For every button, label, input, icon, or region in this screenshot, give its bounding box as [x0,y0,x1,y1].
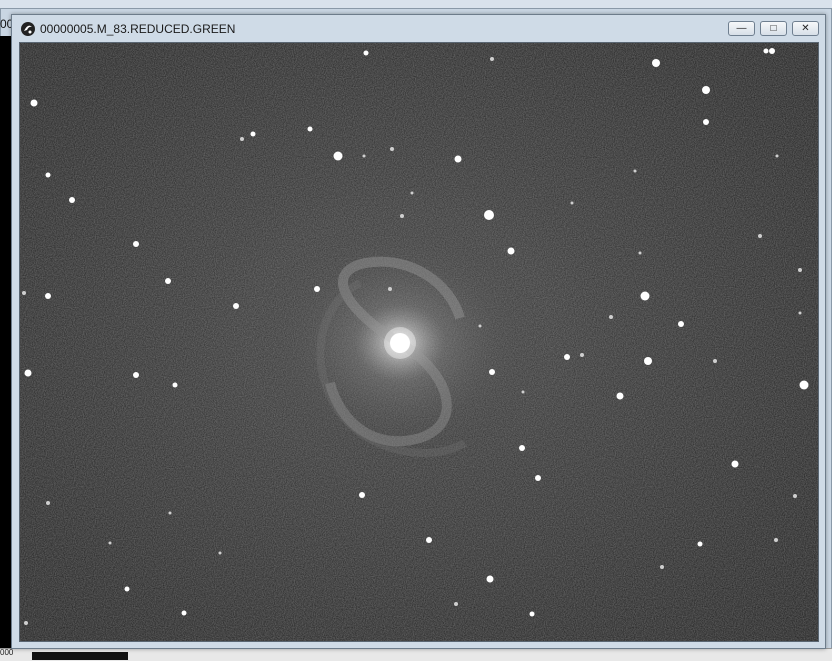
star [507,247,515,255]
window-title: 00000005.M_83.REDUCED.GREEN [40,21,236,36]
star [168,511,172,515]
star [426,537,432,543]
star [564,354,570,360]
star [250,131,256,137]
star [697,541,703,547]
window-controls: — □ ✕ [728,21,819,36]
star [124,586,130,592]
star [570,201,574,205]
star [731,460,739,468]
star [388,287,392,291]
minimize-button[interactable]: — [728,21,755,36]
star [633,169,637,173]
star [529,611,535,617]
star [45,172,51,178]
star [133,372,139,378]
star [486,575,494,583]
image-window[interactable]: 00000005.M_83.REDUCED.GREEN — □ ✕ [11,14,826,649]
star [484,210,494,220]
star [678,321,684,327]
app-logo-icon[interactable] [20,21,36,37]
star [454,155,462,163]
star [400,214,404,218]
star [410,191,414,195]
star [640,291,650,301]
star [478,324,482,328]
star [798,311,802,315]
star [314,286,320,292]
close-button[interactable]: ✕ [792,21,819,36]
star [363,50,369,56]
star [616,392,624,400]
star [172,382,178,388]
star [775,154,779,158]
star [490,57,494,61]
star [660,565,664,569]
star [644,357,652,365]
star [702,86,710,94]
star [763,48,769,54]
star [181,610,187,616]
maximize-icon: □ [770,22,777,34]
title-bar[interactable]: 00000005.M_83.REDUCED.GREEN — □ ✕ [12,15,825,42]
star [390,147,394,151]
star [22,291,26,295]
star [359,492,365,498]
star [652,59,660,67]
star [46,501,50,505]
maximize-button[interactable]: □ [760,21,787,36]
star [769,48,775,54]
star [758,234,762,238]
star [489,369,495,375]
astronomical-image[interactable] [19,42,819,642]
star [454,602,458,606]
star [218,551,222,555]
star [793,494,797,498]
star [108,541,112,545]
star [133,241,139,247]
star [333,151,343,161]
minimize-icon: — [736,22,747,34]
star [307,126,313,132]
star [519,445,525,451]
star [362,154,366,158]
star [609,315,613,319]
star [521,390,525,394]
star [774,538,778,542]
sky-canvas [20,43,818,641]
star [703,119,709,125]
background-window-bottom-dark [32,652,128,660]
star [30,99,38,107]
star [24,369,32,377]
star [45,293,51,299]
star [580,353,584,357]
star [535,475,541,481]
star [240,137,244,141]
star [799,380,809,390]
star [69,197,75,203]
star [233,303,239,309]
star [798,268,802,272]
spiral-galaxy [250,213,550,473]
star [638,251,642,255]
star [24,621,28,625]
star [165,278,171,284]
close-icon: ✕ [801,22,810,34]
background-window-bottom-label: 000 [0,648,14,657]
star [713,359,717,363]
